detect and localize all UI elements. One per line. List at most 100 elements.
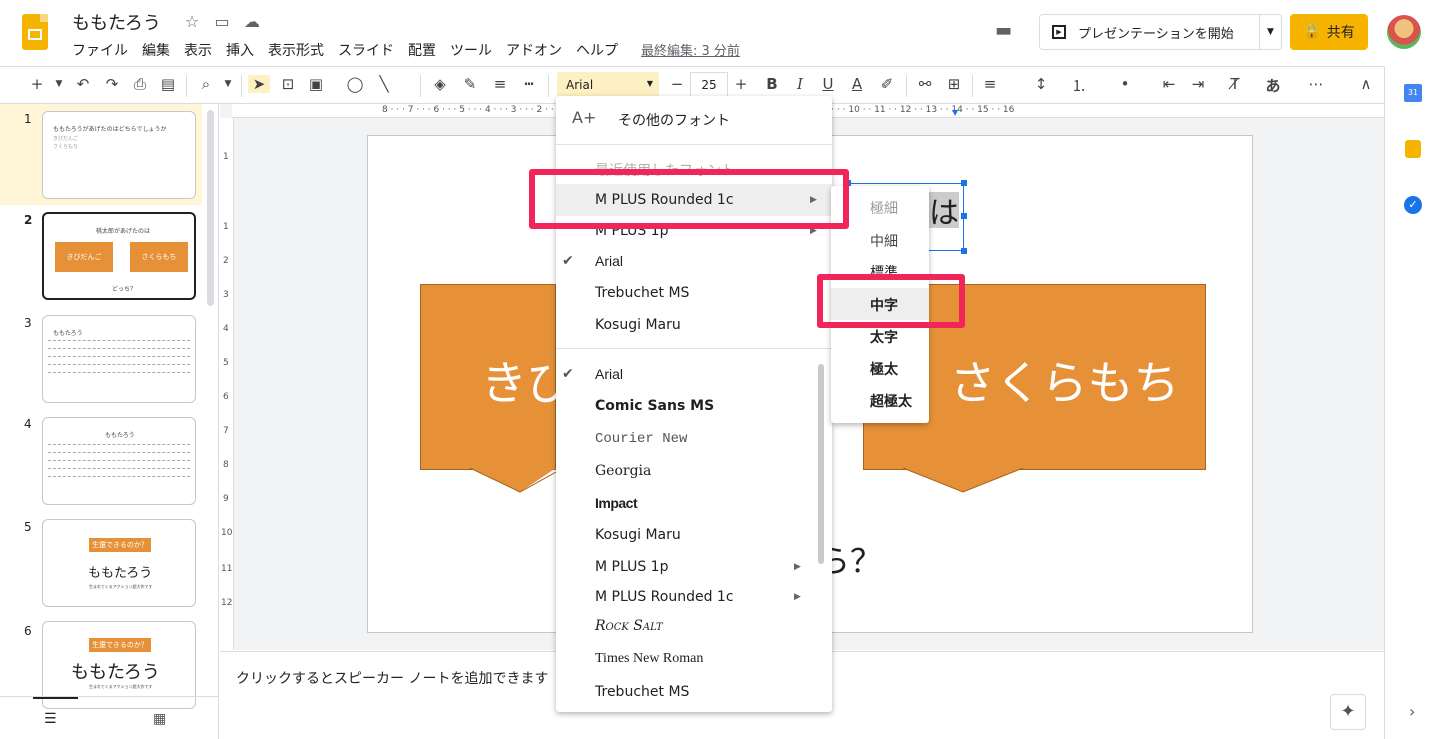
image-icon[interactable]: ▣: [305, 75, 327, 93]
zoom-icon[interactable]: ⌕: [195, 75, 217, 93]
border-weight-icon[interactable]: ≡: [489, 75, 511, 93]
present-button[interactable]: ▶ プレゼンテーションを開始 ▼: [1039, 14, 1282, 50]
menu-arrange[interactable]: 配置: [408, 40, 436, 60]
bulleted-list-icon[interactable]: •: [1114, 75, 1136, 93]
menu-view[interactable]: 表示: [184, 40, 212, 60]
submenu-arrow-icon: ▶: [794, 562, 801, 572]
star-icon[interactable]: ☆: [182, 12, 202, 31]
ruler-indent-marker-icon[interactable]: ▼: [952, 108, 958, 117]
font-item-mplus-rounded[interactable]: M PLUS Rounded 1c: [595, 589, 734, 605]
menu-edit[interactable]: 編集: [142, 40, 170, 60]
decrease-indent-icon[interactable]: ⇤: [1158, 75, 1180, 93]
weight-item-bold[interactable]: 太字: [870, 327, 898, 347]
weight-item-light[interactable]: 中細: [870, 231, 898, 251]
font-item-kosugi[interactable]: Kosugi Maru: [595, 527, 681, 543]
undo-icon[interactable]: ↶: [72, 75, 94, 93]
grid-view-icon[interactable]: ▦: [153, 711, 166, 727]
text-color-icon[interactable]: A: [846, 75, 868, 93]
menu-addons[interactable]: アドオン: [506, 40, 562, 60]
font-item-trebuchet-recent[interactable]: Trebuchet MS: [595, 285, 689, 301]
menu-format[interactable]: 表示形式: [268, 40, 324, 60]
calendar-icon[interactable]: 31: [1404, 84, 1422, 102]
slide-thumb-1[interactable]: ももたろうがあげたのはどちらでしょうか きびだんご さくらもち: [42, 111, 196, 199]
new-slide-dropdown-icon[interactable]: ▼: [48, 79, 70, 89]
textbox-icon[interactable]: ⊡: [277, 75, 299, 93]
increase-size-icon[interactable]: +: [730, 75, 752, 93]
add-comment-icon[interactable]: ⊞: [943, 75, 965, 93]
border-color-icon[interactable]: ✎: [459, 75, 481, 93]
highlight-icon[interactable]: ✐: [876, 75, 898, 93]
share-button[interactable]: 🔒 共有: [1290, 14, 1368, 50]
numbered-list-icon[interactable]: ⒈: [1068, 75, 1090, 96]
present-dropdown-icon[interactable]: ▼: [1259, 15, 1281, 49]
italic-icon[interactable]: I: [789, 75, 811, 93]
more-fonts-item[interactable]: その他のフォント: [618, 110, 730, 130]
redo-icon[interactable]: ↷: [101, 75, 123, 93]
clear-formatting-icon[interactable]: T̸: [1224, 75, 1246, 93]
font-item-trebuchet[interactable]: Trebuchet MS: [595, 684, 689, 700]
weight-item-black[interactable]: 超極太: [870, 391, 912, 411]
weight-item-thin[interactable]: 極細: [870, 198, 898, 218]
slide-number: 4: [24, 417, 32, 431]
move-folder-icon[interactable]: ▭: [212, 12, 232, 31]
thumb-title: ももたろう: [105, 432, 135, 439]
menu-scrollbar[interactable]: [818, 364, 824, 564]
left-callout-shape[interactable]: きび: [420, 284, 573, 470]
paint-format-icon[interactable]: ▤: [157, 75, 179, 93]
font-item-arial-recent[interactable]: Arial: [595, 253, 623, 269]
ime-button[interactable]: あ: [1262, 75, 1284, 96]
menu-tools[interactable]: ツール: [450, 40, 492, 60]
font-item-kosugi-recent[interactable]: Kosugi Maru: [595, 317, 681, 333]
add-font-icon: A+: [572, 108, 597, 127]
menu-slide[interactable]: スライド: [338, 40, 394, 60]
shape-icon[interactable]: ◯: [344, 75, 366, 93]
bold-icon[interactable]: B: [761, 75, 783, 93]
font-item-courier[interactable]: Courier New: [595, 431, 687, 447]
explore-icon[interactable]: ✦: [1330, 694, 1366, 730]
fill-color-icon[interactable]: ◈: [429, 75, 451, 93]
border-dash-icon[interactable]: ┅: [518, 75, 540, 93]
align-icon[interactable]: ≡: [979, 75, 1001, 93]
font-item-times[interactable]: Times New Roman: [595, 651, 703, 667]
chevron-down-icon: ▼: [646, 79, 653, 88]
filmstrip-scrollbar[interactable]: [207, 110, 214, 306]
slides-logo-icon[interactable]: [22, 14, 48, 50]
font-item-georgia[interactable]: Georgia: [595, 463, 651, 479]
weight-item-extrabold[interactable]: 極太: [870, 359, 898, 379]
font-size-input[interactable]: 25: [690, 72, 728, 98]
list-view-icon[interactable]: ☰: [44, 711, 57, 727]
keep-icon[interactable]: [1405, 140, 1421, 158]
link-icon[interactable]: ⚯: [914, 75, 936, 93]
font-select[interactable]: Arial ▼: [557, 72, 659, 98]
new-slide-icon[interactable]: +: [26, 75, 48, 93]
increase-indent-icon[interactable]: ⇥: [1187, 75, 1209, 93]
font-item-arial[interactable]: Arial: [595, 366, 623, 382]
font-item-mplus1p[interactable]: M PLUS 1p: [595, 559, 668, 575]
font-item-impact[interactable]: Impact: [595, 495, 638, 511]
underline-icon[interactable]: U: [817, 75, 839, 93]
zoom-dropdown-icon[interactable]: ▼: [217, 79, 239, 89]
menu-file[interactable]: ファイル: [72, 40, 128, 60]
expand-panel-icon[interactable]: ›: [1409, 702, 1415, 721]
tasks-icon[interactable]: ✓: [1404, 196, 1422, 214]
slide-thumb-2[interactable]: 桃太郎があげたのは きびだんご さくらもち どっち？: [42, 212, 196, 300]
avatar[interactable]: [1387, 15, 1421, 49]
more-icon[interactable]: ⋯: [1305, 75, 1327, 93]
font-item-comic-sans[interactable]: Comic Sans MS: [595, 398, 714, 414]
slide-thumb-5[interactable]: 生還できるのか？ ももたろう 生まれてくるアクション超大作です: [42, 519, 196, 607]
slide-thumb-3[interactable]: ももたろう: [42, 315, 196, 403]
decrease-size-icon[interactable]: −: [666, 75, 688, 93]
font-item-rock-salt[interactable]: Rock Salt: [595, 618, 663, 634]
slide-thumb-4[interactable]: ももたろう: [42, 417, 196, 505]
document-title[interactable]: ももたろう: [72, 9, 161, 35]
cloud-status-icon[interactable]: ☁: [242, 12, 262, 31]
line-spacing-icon[interactable]: ↕: [1030, 75, 1052, 93]
menu-help[interactable]: ヘルプ: [576, 40, 618, 60]
last-edit-link[interactable]: 最終編集: 3 分前: [641, 40, 740, 59]
menu-insert[interactable]: 挿入: [226, 40, 254, 60]
print-icon[interactable]: ⎙: [129, 75, 151, 93]
select-tool-icon[interactable]: ➤: [248, 75, 270, 93]
collapse-icon[interactable]: ∧: [1355, 75, 1377, 93]
line-icon[interactable]: ╲: [373, 75, 395, 93]
comment-icon[interactable]: ▬: [995, 20, 1019, 42]
